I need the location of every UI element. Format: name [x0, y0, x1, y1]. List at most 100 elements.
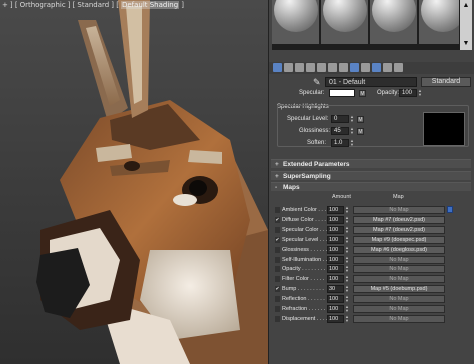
map-amount-arrows[interactable]: ▲ ▼ [345, 295, 349, 303]
map-amount-arrows[interactable]: ▲ ▼ [345, 245, 349, 254]
map-amount-spinner[interactable]: 100 [327, 314, 344, 323]
glossiness-label: Glossiness: [299, 128, 331, 134]
slot-scrollbar[interactable]: ▲ ▼ [460, 0, 472, 50]
map-amount-arrows[interactable]: ▲ ▼ [345, 215, 349, 224]
maps-table: Amount Map Ambient Color . . . . 100 ▲ ▼ No … [275, 194, 471, 364]
specular-color-swatch[interactable] [329, 89, 355, 97]
put-to-library-icon[interactable] [339, 63, 348, 72]
map-slot-button[interactable]: Map #7 (doeuv2.psd) [353, 215, 445, 224]
glossiness-map-button[interactable]: M [357, 128, 364, 135]
pick-material-eyedropper-icon[interactable]: ✎ [313, 77, 321, 88]
lock-icon[interactable] [447, 206, 453, 213]
glossiness-arrows[interactable]: ▲ ▼ [350, 127, 354, 135]
map-slot-button[interactable]: No Map [353, 265, 445, 274]
map-channel-label: Glossiness . . . . . . [282, 246, 328, 253]
map-enable-checkbox[interactable]: ✔ [275, 216, 280, 223]
map-amount-spinner[interactable]: 100 [327, 265, 344, 274]
map-slot-button[interactable]: No Map [353, 206, 445, 214]
viewport-menu-plus[interactable]: + [2, 1, 8, 9]
specular-level-map-button[interactable]: M [357, 116, 364, 123]
opacity-spinner[interactable]: 100 [399, 89, 417, 97]
map-enable-checkbox[interactable] [275, 315, 280, 322]
map-enable-checkbox[interactable]: ✔ [275, 236, 280, 243]
rollout-expand-icon: + [275, 161, 279, 168]
map-amount-arrows[interactable]: ▲ ▼ [345, 235, 349, 244]
rollout-extended-parameters[interactable]: + Extended Parameters [271, 159, 471, 168]
rollout-collapse-icon: - [275, 184, 278, 191]
perspective-viewport[interactable]: +] [Orthographic] [Standard] [Default Sh… [0, 0, 268, 364]
make-unique-icon[interactable] [328, 63, 337, 72]
map-slot-button[interactable]: Map #9 (doespec.psd) [353, 235, 445, 244]
specular-level-spinner[interactable]: 0 [331, 115, 349, 123]
map-amount-arrows[interactable]: ▲ ▼ [345, 255, 349, 264]
specular-map-button[interactable]: M [359, 90, 366, 97]
map-enable-checkbox[interactable] [275, 226, 280, 233]
material-id-channel-icon[interactable] [350, 63, 359, 72]
sample-slot-3[interactable] [370, 0, 417, 44]
map-enable-checkbox[interactable] [275, 246, 280, 253]
map-amount-spinner[interactable]: 100 [327, 255, 344, 264]
map-slot-button[interactable]: No Map [353, 275, 445, 284]
reset-map-icon[interactable] [306, 63, 315, 72]
map-slot-button[interactable]: No Map [353, 314, 445, 323]
material-name-field[interactable]: 01 - Default [325, 77, 417, 87]
viewport-shading-menu[interactable]: Default Shading [120, 1, 180, 9]
viewport-label[interactable]: +] [Orthographic] [Standard] [Default Sh… [0, 0, 186, 11]
map-amount-spinner[interactable]: 100 [327, 275, 344, 284]
map-amount-arrows[interactable]: ▲ ▼ [345, 206, 349, 214]
map-amount-arrows[interactable]: ▲ ▼ [345, 275, 349, 283]
glossiness-spinner[interactable]: 45 [331, 127, 349, 135]
specular-level-arrows[interactable]: ▲ ▼ [350, 115, 354, 123]
map-row: Opacity . . . . . . . . 100 ▲ ▼ No Map [275, 265, 471, 275]
map-enable-checkbox[interactable]: ✔ [275, 286, 280, 293]
rollout-supersampling[interactable]: + SuperSampling [271, 171, 471, 180]
map-enable-checkbox[interactable] [275, 207, 280, 213]
map-enable-checkbox[interactable] [275, 266, 280, 273]
map-enable-checkbox[interactable] [275, 256, 280, 263]
map-row: Filter Color . . . . . 100 ▲ ▼ No Map [275, 275, 471, 285]
map-slot-button[interactable]: No Map [353, 255, 445, 264]
map-amount-spinner[interactable]: 100 [327, 225, 344, 234]
soften-spinner[interactable]: 1.0 [331, 139, 349, 147]
sample-slot-1[interactable] [272, 0, 319, 44]
map-amount-spinner[interactable]: 100 [327, 215, 344, 224]
opacity-spinner-arrows[interactable]: ▲ ▼ [418, 89, 422, 97]
soften-arrows[interactable]: ▲ ▼ [350, 139, 354, 147]
map-enable-checkbox[interactable] [275, 306, 280, 312]
map-slot-button[interactable]: Map #5 (doebump.psd) [353, 285, 445, 294]
map-slot-button[interactable]: Map #7 (doeuv2.psd) [353, 225, 445, 234]
scroll-up-icon[interactable]: ▲ [462, 2, 470, 10]
map-enable-checkbox[interactable] [275, 296, 280, 303]
show-shaded-material-icon[interactable] [361, 63, 370, 72]
map-amount-arrows[interactable]: ▲ ▼ [345, 265, 349, 273]
map-amount-arrows[interactable]: ▲ ▼ [345, 305, 349, 313]
map-amount-spinner[interactable]: 100 [327, 206, 344, 214]
viewport-view-menu[interactable]: Orthographic [20, 1, 66, 9]
get-material-icon[interactable] [273, 63, 282, 72]
go-forward-sibling-icon[interactable] [394, 63, 403, 72]
map-amount-arrows[interactable]: ▲ ▼ [345, 314, 349, 323]
map-amount-spinner[interactable]: 100 [327, 245, 344, 254]
scroll-down-icon[interactable]: ▼ [462, 40, 470, 48]
assign-to-selection-icon[interactable] [295, 63, 304, 72]
map-slot-button[interactable]: No Map [353, 305, 445, 313]
sample-slot-4[interactable] [419, 0, 459, 44]
material-type-button[interactable]: Standard [421, 77, 471, 87]
map-slot-button[interactable]: No Map [353, 295, 445, 304]
map-amount-arrows[interactable]: ▲ ▼ [345, 225, 349, 234]
show-end-result-icon[interactable] [372, 63, 381, 72]
map-amount-spinner[interactable]: 100 [327, 295, 344, 304]
map-amount-spinner[interactable]: 30 [327, 285, 344, 294]
make-copy-icon[interactable] [317, 63, 326, 72]
map-amount-spinner[interactable]: 100 [327, 235, 344, 244]
map-amount-arrows[interactable]: ▲ ▼ [345, 285, 349, 293]
map-channel-label: Refraction . . . . . . [282, 306, 326, 312]
sample-slot-2[interactable] [321, 0, 368, 44]
go-to-parent-icon[interactable] [383, 63, 392, 72]
map-enable-checkbox[interactable] [275, 276, 280, 283]
map-slot-button[interactable]: Map #6 (doegloss.psd) [353, 245, 445, 254]
put-to-scene-icon[interactable] [284, 63, 293, 72]
map-amount-spinner[interactable]: 100 [327, 305, 344, 313]
rollout-maps[interactable]: - Maps [271, 182, 471, 191]
viewport-standard-menu[interactable]: Standard [77, 1, 109, 9]
